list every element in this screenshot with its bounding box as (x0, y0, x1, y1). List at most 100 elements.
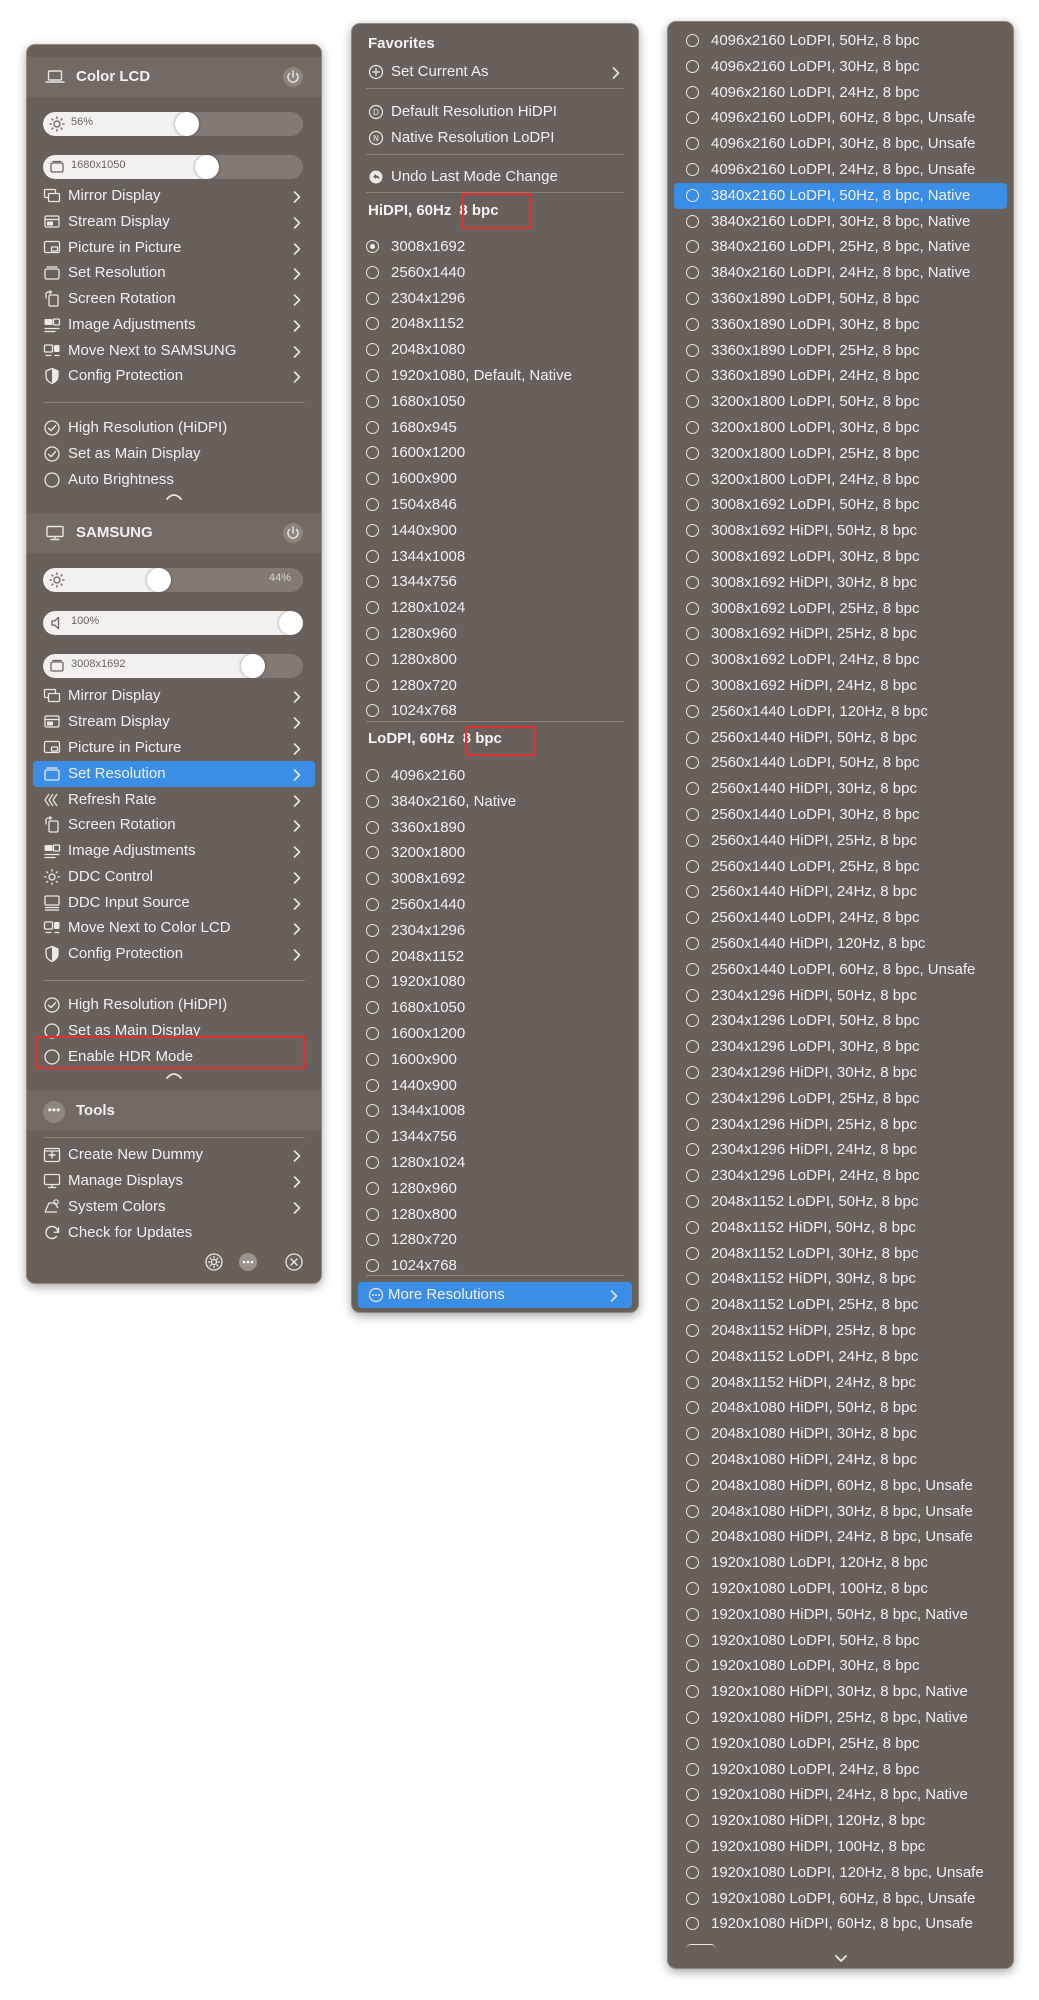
resolution-option[interactable]: 2304x1296 LoDPI, 30Hz, 8 bpc (674, 1034, 1007, 1060)
slider-knob[interactable] (241, 654, 265, 678)
resolution-option[interactable]: 2048x1152 (366, 312, 632, 336)
resolution-option[interactable]: 2304x1296 (366, 919, 632, 943)
resolution-option[interactable]: 2048x1080 (366, 338, 632, 362)
resolution-option[interactable]: 2048x1080 HiDPI, 24Hz, 8 bpc, Unsafe (674, 1524, 1007, 1550)
menu-item-mirror-display[interactable]: Mirror Display (33, 683, 315, 709)
resolution-option[interactable]: 1920x1080 HiDPI, 100Hz, 8 bpc (674, 1834, 1007, 1860)
resolution-option[interactable]: 3008x1692 LoDPI, 25Hz, 8 bpc (674, 596, 1007, 622)
resolution-option[interactable]: 2304x1296 (366, 287, 632, 311)
resolution-option[interactable]: 3008x1692 HiDPI, 24Hz, 8 bpc (674, 673, 1007, 699)
resolution-option[interactable]: 3360x1890 LoDPI, 25Hz, 8 bpc (674, 338, 1007, 364)
resolution-option[interactable]: 1280x720 (366, 1228, 632, 1252)
resolution-option[interactable]: 2560x1440 HiDPI, 24Hz, 8 bpc (674, 879, 1007, 905)
resolution-option[interactable]: 2560x1440 HiDPI, 120Hz, 8 bpc (674, 931, 1007, 957)
menu-item-stream-display[interactable]: Stream Display (33, 709, 315, 735)
resolution-option[interactable]: 2560x1440 (366, 261, 632, 285)
resolution-option[interactable]: 2560x1440 HiDPI, 25Hz, 8 bpc (674, 828, 1007, 854)
menu-item-set-resolution[interactable]: Set Resolution (33, 761, 315, 787)
resolution-option[interactable]: 3840x2160 LoDPI, 30Hz, 8 bpc, Native (674, 209, 1007, 235)
resolution-option[interactable]: 1920x1080, Default, Native (366, 364, 632, 388)
resolution-option[interactable]: 1280x720 (366, 674, 632, 698)
resolution-option[interactable]: 3840x2160 LoDPI, 25Hz, 8 bpc, Native (674, 234, 1007, 260)
resolution-option[interactable]: 1600x1200 (366, 1022, 632, 1046)
resolution-option[interactable]: 2048x1152 (366, 945, 632, 969)
resolution-option[interactable]: 2304x1296 HiDPI, 50Hz, 8 bpc (674, 983, 1007, 1009)
resolution-option[interactable]: 3008x1692 LoDPI, 30Hz, 8 bpc (674, 544, 1007, 570)
resolution-option[interactable]: 2048x1080 HiDPI, 50Hz, 8 bpc (674, 1395, 1007, 1421)
resolution-option[interactable]: 2560x1440 LoDPI, 30Hz, 8 bpc (674, 802, 1007, 828)
resolution-option[interactable]: 3840x2160 LoDPI, 50Hz, 8 bpc, Native (674, 182, 1007, 209)
menu-item-create-new-dummy[interactable]: Create New Dummy (33, 1142, 315, 1168)
resolution-option[interactable]: 4096x2160 LoDPI, 24Hz, 8 bpc (674, 80, 1007, 106)
resolution-option[interactable]: 2048x1152 LoDPI, 24Hz, 8 bpc (674, 1344, 1007, 1370)
resolution-option[interactable]: 1280x800 (366, 648, 632, 672)
resolution-option[interactable]: 3008x1692 HiDPI, 30Hz, 8 bpc (674, 570, 1007, 596)
menu-item-screen-rotation[interactable]: Screen Rotation (33, 812, 315, 838)
resolution-option[interactable]: 1920x1080 LoDPI, 30Hz, 8 bpc (674, 1653, 1007, 1679)
resolution-option[interactable]: 2560x1440 LoDPI, 50Hz, 8 bpc (674, 750, 1007, 776)
resolution-option[interactable]: 1920x1080 LoDPI, 25Hz, 8 bpc (674, 1731, 1007, 1757)
menu-item-manage-displays[interactable]: Manage Displays (33, 1168, 315, 1194)
menu-item-move-next-to-samsung[interactable]: Move Next to SAMSUNG (33, 338, 315, 364)
resolution-option[interactable]: 1440x900 (366, 519, 632, 543)
menu-item-ddc-control[interactable]: DDC Control (33, 864, 315, 890)
resolution-option[interactable]: 1680x945 (366, 416, 632, 440)
resolution-option[interactable]: 1920x1080 LoDPI, 120Hz, 8 bpc (674, 1550, 1007, 1576)
collapse-icon[interactable] (165, 1067, 183, 1079)
resolution-option[interactable]: 2048x1152 LoDPI, 50Hz, 8 bpc (674, 1189, 1007, 1215)
native-resolution-item[interactable]: N Native Resolution LoDPI (356, 125, 634, 151)
resolution-option[interactable]: 1680x1050 (366, 996, 632, 1020)
menu-item-system-colors[interactable]: System Colors (33, 1194, 315, 1220)
resolution-option[interactable]: 1600x900 (366, 467, 632, 491)
resolution-option[interactable]: 4096x2160 LoDPI, 60Hz, 8 bpc, Unsafe (674, 105, 1007, 131)
slider-knob[interactable] (147, 568, 171, 592)
resolution-option[interactable]: 1920x1080 HiDPI, 50Hz, 8 bpc, Native (674, 1602, 1007, 1628)
menu-item-mirror-display[interactable]: Mirror Display (33, 183, 315, 209)
resolution-option[interactable]: 1344x1008 (366, 545, 632, 569)
resolution-option[interactable]: 1920x1080 LoDPI, 60Hz, 8 bpc, Unsafe (674, 1886, 1007, 1912)
resolution-slider[interactable]: 1680x1050 (43, 155, 303, 179)
slider-knob[interactable] (175, 112, 199, 136)
resolution-option[interactable]: 2560x1440 (366, 893, 632, 917)
resolution-option[interactable]: 1920x1080 HiDPI, 60Hz, 8 bpc, Unsafe (674, 1911, 1007, 1937)
resolution-option[interactable]: 2048x1080 HiDPI, 24Hz, 8 bpc (674, 1447, 1007, 1473)
resolution-option[interactable]: 1504x846 (366, 493, 632, 517)
menu-item-ddc-input-source[interactable]: DDC Input Source (33, 890, 315, 916)
resolution-option[interactable]: 1920x1080 HiDPI, 30Hz, 8 bpc, Native (674, 1679, 1007, 1705)
menu-item-image-adjustments[interactable]: Image Adjustments (33, 838, 315, 864)
resolution-option[interactable]: 4096x2160 (366, 764, 632, 788)
resolution-option[interactable]: 2560x1440 HiDPI, 30Hz, 8 bpc (674, 776, 1007, 802)
menu-item-image-adjustments[interactable]: Image Adjustments (33, 312, 315, 338)
resolution-option[interactable]: 2048x1152 HiDPI, 25Hz, 8 bpc (674, 1318, 1007, 1344)
resolution-option[interactable]: 2048x1152 LoDPI, 25Hz, 8 bpc (674, 1292, 1007, 1318)
resolution-option[interactable]: 4096x2160 LoDPI, 24Hz, 8 bpc, Unsafe (674, 157, 1007, 183)
menu-item-refresh-rate[interactable]: Refresh Rate (33, 787, 315, 813)
resolution-option[interactable]: 2560x1440 LoDPI, 24Hz, 8 bpc (674, 905, 1007, 931)
resolution-option[interactable]: 1024x768 (366, 699, 632, 723)
resolution-option[interactable]: 1680x1050 (366, 390, 632, 414)
resolution-option[interactable]: 2560x1440 LoDPI, 120Hz, 8 bpc (674, 699, 1007, 725)
resolution-option[interactable]: 1344x756 (366, 1125, 632, 1149)
resolution-option[interactable]: 1600x900 (366, 1048, 632, 1072)
more-resolutions-item[interactable]: More Resolutions (358, 1282, 632, 1308)
resolution-option[interactable]: 4096x2160 LoDPI, 50Hz, 8 bpc (674, 28, 1007, 54)
menu-item-config-protection[interactable]: Config Protection (33, 941, 315, 967)
resolution-option[interactable]: 1280x960 (366, 1177, 632, 1201)
slider-knob[interactable] (279, 611, 303, 635)
resolution-option[interactable]: 2048x1080 HiDPI, 30Hz, 8 bpc, Unsafe (674, 1499, 1007, 1525)
resolution-option[interactable]: 1280x1024 (366, 596, 632, 620)
resolution-option[interactable]: 1344x1008 (366, 1099, 632, 1123)
resolution-option[interactable]: 3360x1890 LoDPI, 24Hz, 8 bpc (674, 363, 1007, 389)
resolution-option[interactable]: 3360x1890 (366, 816, 632, 840)
menu-item-move-next-to-color-lcd[interactable]: Move Next to Color LCD (33, 915, 315, 941)
resolution-option[interactable]: 2304x1296 LoDPI, 50Hz, 8 bpc (674, 1008, 1007, 1034)
resolution-option[interactable]: 1280x1024 (366, 1151, 632, 1175)
slider-knob[interactable] (195, 155, 219, 179)
toggle-high-resolution-hidpi[interactable]: High Resolution (HiDPI) (33, 415, 315, 441)
menu-item-set-resolution[interactable]: Set Resolution (33, 260, 315, 286)
resolution-option[interactable]: 2304x1296 HiDPI, 24Hz, 8 bpc (674, 1137, 1007, 1163)
resolution-option[interactable]: 1920x1080 LoDPI, 120Hz, 8 bpc, Unsafe (674, 1860, 1007, 1886)
gear-icon[interactable] (204, 1252, 224, 1272)
resolution-option[interactable]: 2560x1440 HiDPI, 50Hz, 8 bpc (674, 725, 1007, 751)
brightness-slider[interactable]: 56% (43, 112, 303, 136)
